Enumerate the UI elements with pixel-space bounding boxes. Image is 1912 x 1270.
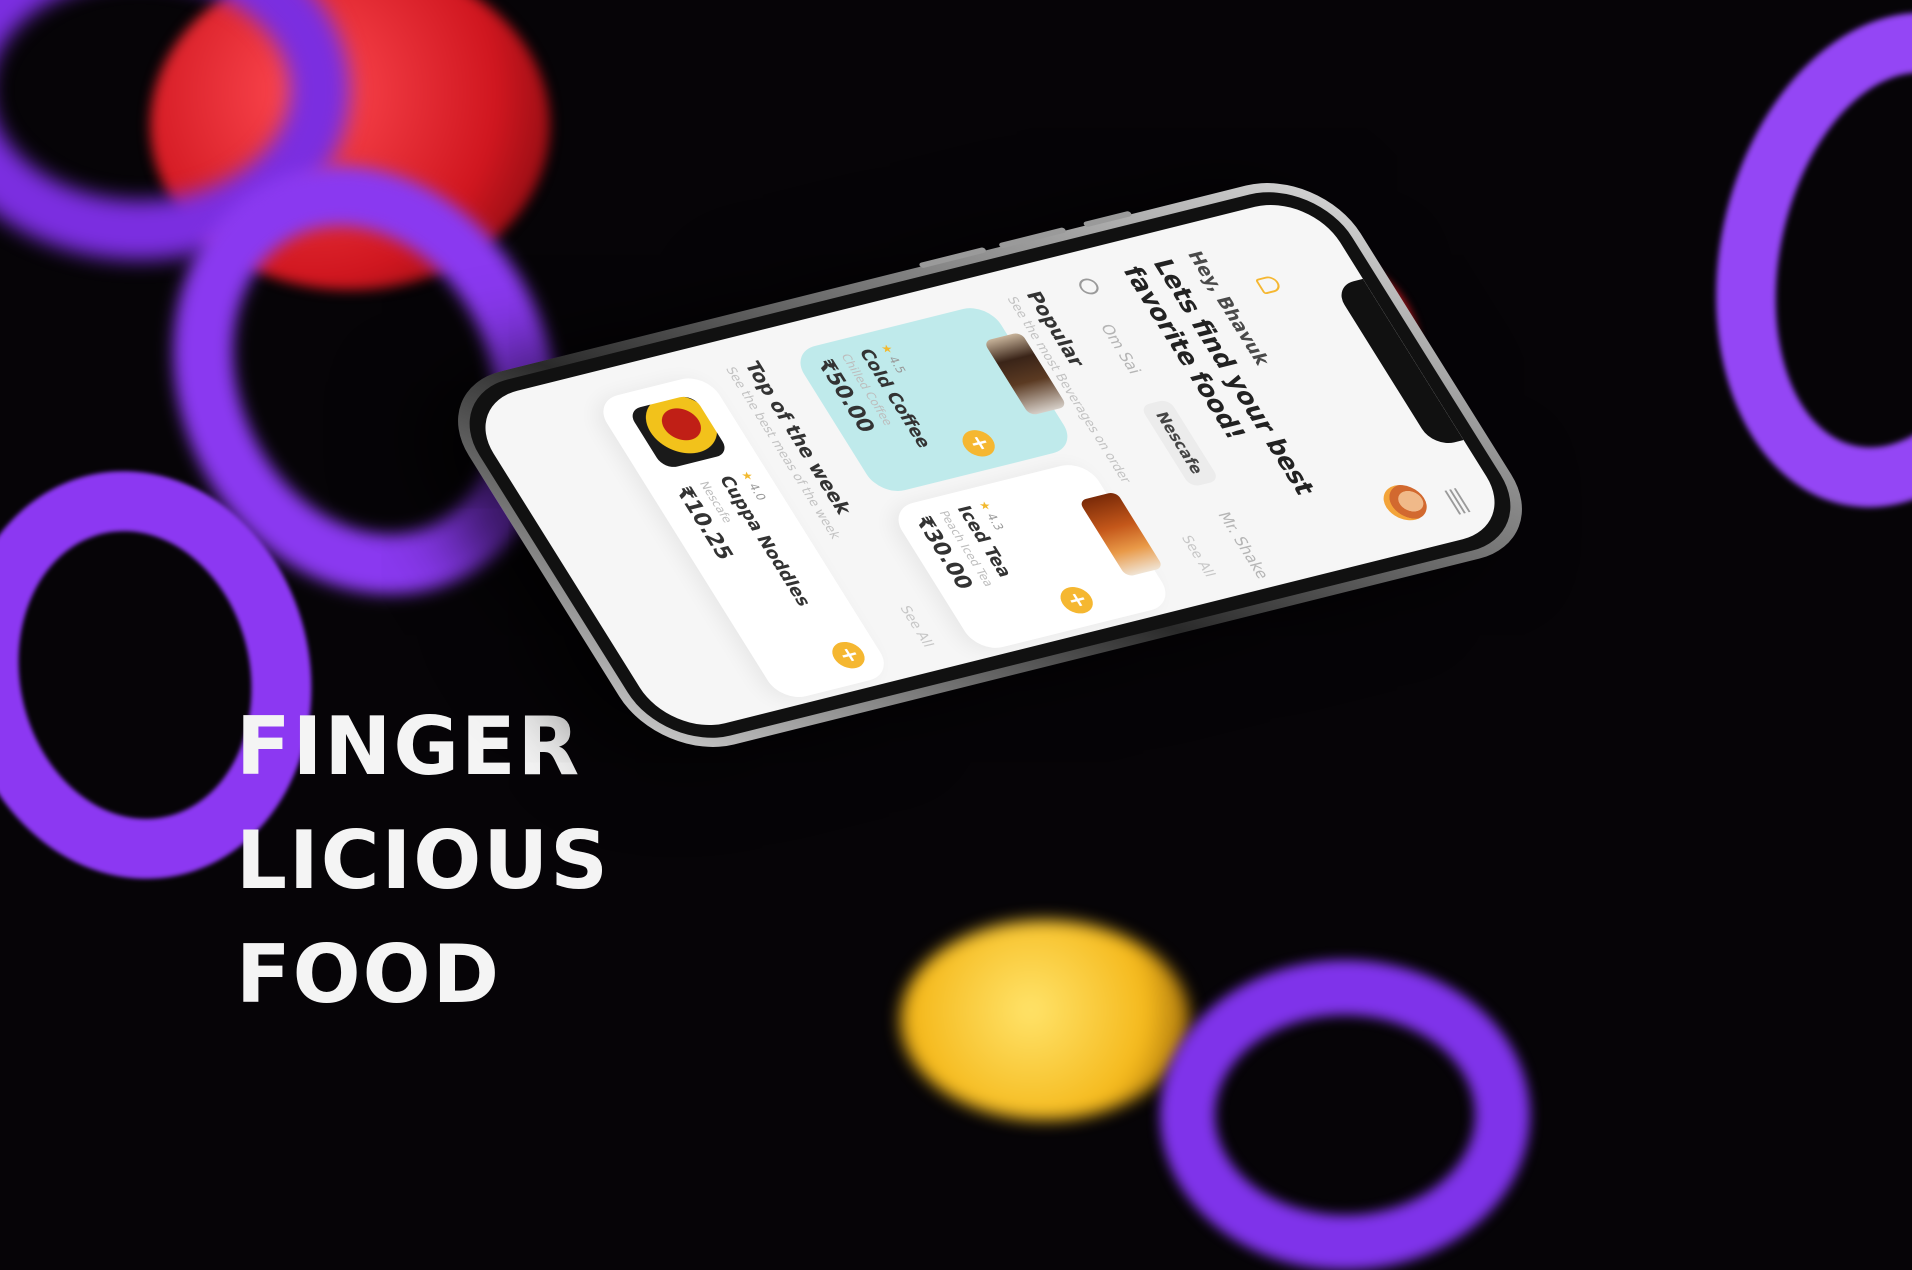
product-card-iced-tea[interactable]: ★4.3 Iced Tea Peach Iced Tea ₹30.00 + bbox=[888, 459, 1176, 654]
star-icon: ★ bbox=[975, 499, 995, 513]
add-to-cart-button[interactable]: + bbox=[956, 427, 1001, 460]
top-week-see-all-link[interactable]: See All bbox=[896, 604, 936, 648]
cuppa-noodles-image bbox=[627, 394, 730, 470]
add-to-cart-button[interactable]: + bbox=[1054, 583, 1099, 617]
star-icon: ★ bbox=[737, 469, 757, 483]
bell-icon[interactable] bbox=[1254, 274, 1284, 295]
phone-bezel: Hey, Bhavuk Lets find your best favorite… bbox=[442, 178, 1538, 752]
add-to-cart-button[interactable]: + bbox=[826, 638, 871, 672]
search-icon[interactable] bbox=[1075, 276, 1103, 297]
avatar[interactable] bbox=[1375, 480, 1435, 525]
iced-tea-image bbox=[1078, 491, 1164, 578]
app-screen: Hey, Bhavuk Lets find your best favorite… bbox=[462, 193, 1518, 737]
purple-torus-bottom bbox=[1160, 960, 1530, 1270]
star-icon: ★ bbox=[877, 342, 897, 356]
hamburger-menu-icon[interactable] bbox=[1444, 487, 1474, 515]
phone-body: Hey, Bhavuk Lets find your best favorite… bbox=[427, 167, 1553, 763]
phone-mockup: Hey, Bhavuk Lets find your best favorite… bbox=[427, 120, 1553, 940]
purple-torus-right bbox=[1671, 0, 1912, 541]
yellow-blob-bottom bbox=[900, 920, 1190, 1120]
popular-see-all-link[interactable]: See All bbox=[1178, 534, 1218, 578]
